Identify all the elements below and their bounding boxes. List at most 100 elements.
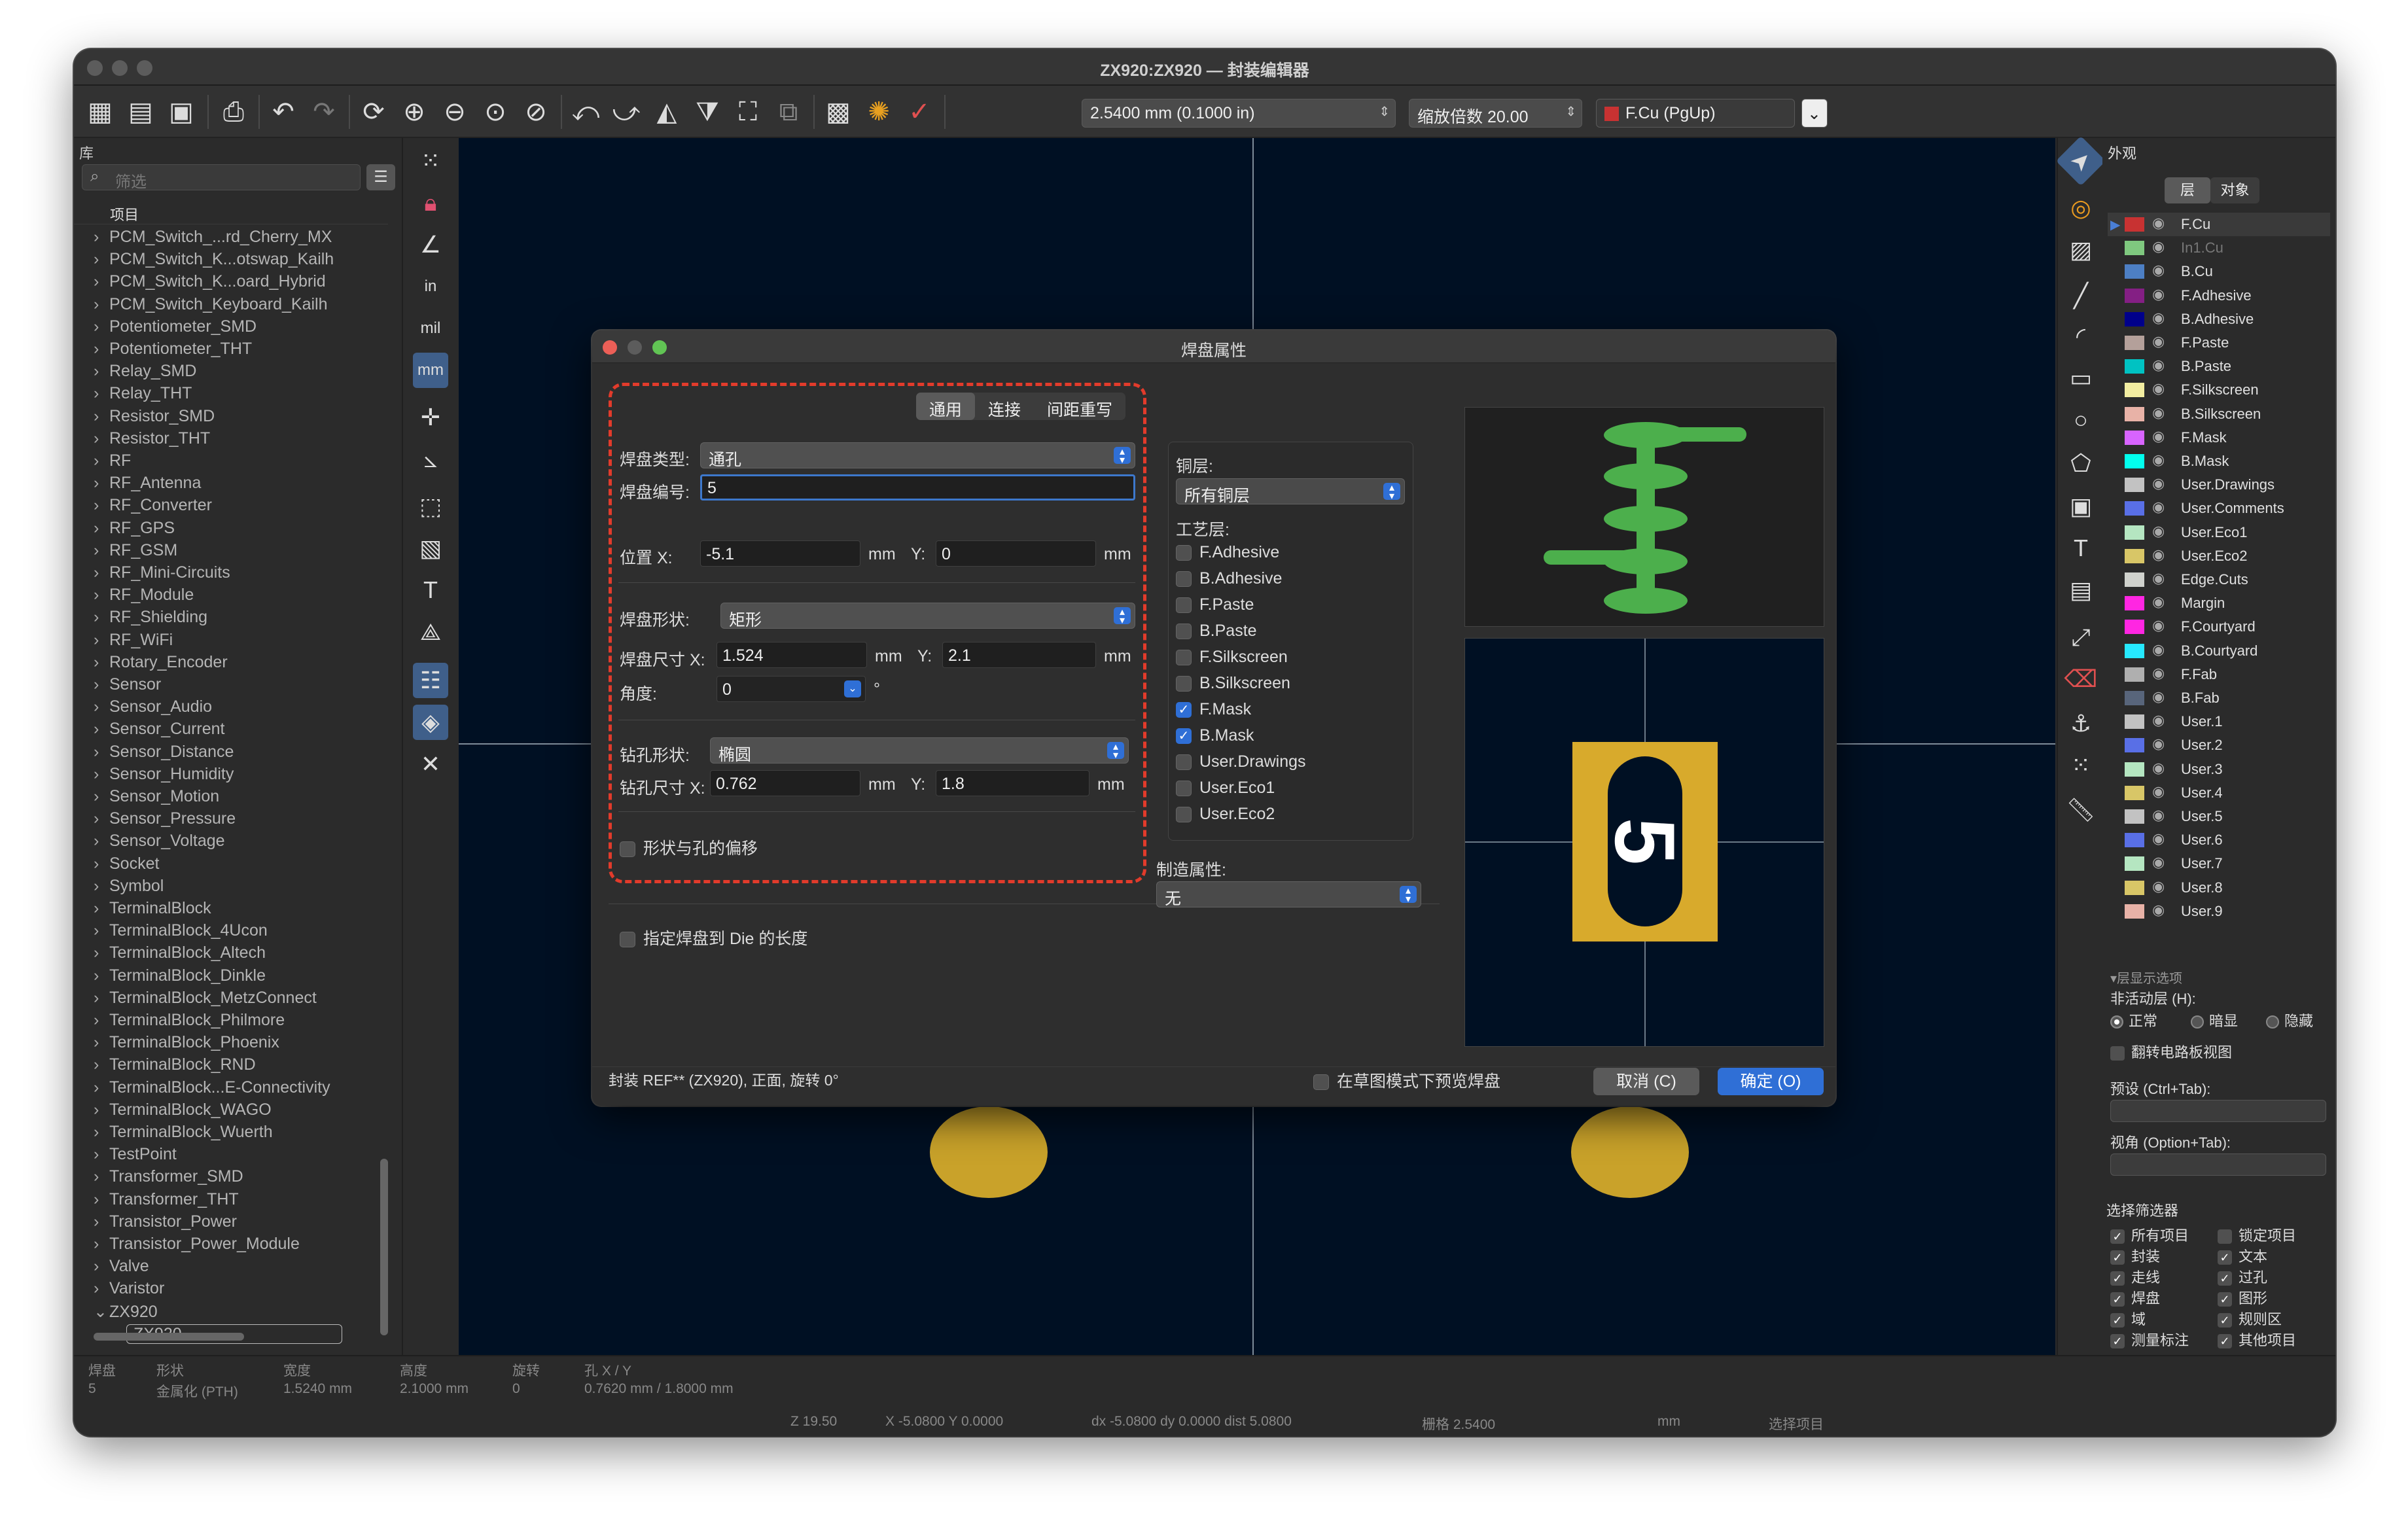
- graphic-outline-icon[interactable]: ⟁: [413, 614, 448, 650]
- selection-filter-checkbox[interactable]: ✓ 文本: [2218, 1245, 2267, 1266]
- pad-outline-icon[interactable]: ⬚: [413, 489, 448, 524]
- print-icon[interactable]: ⎙: [214, 92, 253, 132]
- library-item[interactable]: › Sensor_Distance: [94, 743, 234, 765]
- chevron-right-icon[interactable]: ›: [94, 1033, 109, 1052]
- chevron-right-icon[interactable]: ›: [94, 563, 109, 582]
- mm-unit-icon[interactable]: mm: [413, 353, 448, 388]
- layer-color-swatch[interactable]: [2125, 833, 2144, 848]
- library-item[interactable]: › Sensor: [94, 675, 161, 697]
- chevron-right-icon[interactable]: ›: [94, 1011, 109, 1030]
- chevron-right-icon[interactable]: ›: [94, 451, 109, 470]
- library-scrollbar-horizontal[interactable]: [94, 1333, 244, 1341]
- library-item[interactable]: › RF_Converter: [94, 496, 212, 518]
- library-item[interactable]: › RF: [94, 451, 131, 474]
- layer-row[interactable]: ◉ Edge.Cuts: [2108, 568, 2330, 591]
- layer-row[interactable]: ◉ F.Fab: [2108, 663, 2330, 686]
- chevron-right-icon[interactable]: ›: [94, 1212, 109, 1231]
- selection-filter-checkbox[interactable]: ✓ 域: [2110, 1308, 2146, 1329]
- layer-color-swatch[interactable]: [2125, 714, 2144, 730]
- pad-shape[interactable]: [930, 1106, 1048, 1198]
- eye-icon[interactable]: ◉: [2152, 688, 2165, 705]
- library-item[interactable]: › TerminalBlock_RND: [94, 1055, 256, 1078]
- drill-shape-select[interactable]: 椭圆 ▴ ▾: [710, 737, 1129, 764]
- chevron-right-icon[interactable]: ›: [94, 407, 109, 426]
- viewport-select[interactable]: [2110, 1153, 2326, 1176]
- eye-icon[interactable]: ◉: [2152, 499, 2165, 516]
- chevron-right-icon[interactable]: ›: [94, 675, 109, 694]
- layer-color-swatch[interactable]: [2125, 691, 2144, 705]
- layer-color-swatch[interactable]: [2125, 525, 2144, 540]
- selection-filter-checkbox[interactable]: ✓ 封装: [2110, 1245, 2160, 1266]
- eye-icon[interactable]: ◉: [2152, 546, 2165, 563]
- library-scrollbar-vertical[interactable]: [380, 1159, 388, 1335]
- measure-icon[interactable]: 📏︎: [2063, 792, 2098, 828]
- tech-layer-checkbox[interactable]: ✓ F.Mask: [1176, 700, 1251, 719]
- pad-table-icon[interactable]: ▩: [819, 92, 858, 132]
- footprint-checker-icon[interactable]: ✺: [859, 92, 898, 132]
- chevron-right-icon[interactable]: ›: [94, 943, 109, 962]
- eye-icon[interactable]: ◉: [2152, 902, 2165, 919]
- pad-size-y-input[interactable]: 2.1: [942, 642, 1096, 668]
- eye-icon[interactable]: ◉: [2152, 238, 2165, 255]
- rotate-ccw-icon[interactable]: ⤺: [566, 92, 605, 132]
- chevron-right-icon[interactable]: ›: [94, 250, 109, 269]
- chevron-right-icon[interactable]: ›: [94, 743, 109, 762]
- add-line-icon[interactable]: ╱: [2063, 278, 2098, 313]
- library-item[interactable]: › Sensor_Audio: [94, 697, 212, 720]
- selection-filter-checkbox[interactable]: ✓ 规则区: [2218, 1308, 2282, 1329]
- chevron-right-icon[interactable]: ›: [94, 586, 109, 605]
- zoom-out-icon[interactable]: ⊖: [435, 92, 474, 132]
- chevron-right-icon[interactable]: ›: [94, 787, 109, 806]
- library-item[interactable]: › RF_Module: [94, 586, 194, 608]
- selection-filter-checkbox[interactable]: ✓ 走线: [2110, 1266, 2160, 1287]
- eye-icon[interactable]: ◉: [2152, 665, 2165, 682]
- layer-color-swatch[interactable]: [2125, 264, 2144, 279]
- library-item[interactable]: › RF_WiFi: [94, 631, 173, 653]
- chevron-right-icon[interactable]: ›: [94, 1190, 109, 1209]
- layer-row[interactable]: ◉ User.8: [2108, 876, 2330, 900]
- selection-filter-checkbox[interactable]: ✓ 焊盘: [2110, 1287, 2160, 1308]
- layer-select[interactable]: F.Cu (PgUp): [1596, 99, 1795, 128]
- layer-row[interactable]: ◉ F.Courtyard: [2108, 615, 2330, 639]
- tab-objects[interactable]: 对象: [2210, 177, 2259, 203]
- library-item[interactable]: › Transistor_Power_Module: [94, 1235, 300, 1257]
- library-item[interactable]: › Sensor_Motion: [94, 787, 219, 809]
- eye-icon[interactable]: ◉: [2152, 854, 2165, 871]
- layer-row[interactable]: ◉ User.Drawings: [2108, 473, 2330, 497]
- filter-options-button[interactable]: ☰: [366, 164, 395, 190]
- library-item[interactable]: › Sensor_Humidity: [94, 765, 234, 787]
- chevron-right-icon[interactable]: ›: [94, 899, 109, 918]
- library-item[interactable]: › TerminalBlock_MetzConnect: [94, 989, 317, 1011]
- layer-color-swatch[interactable]: [2125, 430, 2144, 445]
- polar-icon[interactable]: ∠: [413, 227, 448, 262]
- library-item[interactable]: › Potentiometer_THT: [94, 340, 252, 362]
- pad-shape[interactable]: [1571, 1106, 1689, 1198]
- import-footprint-icon[interactable]: ▤: [121, 92, 160, 132]
- chevron-right-icon[interactable]: ›: [94, 854, 109, 873]
- layer-row[interactable]: ◉ User.9: [2108, 900, 2330, 923]
- library-item[interactable]: › TerminalBlock_4Ucon: [94, 921, 268, 943]
- offset-checkbox[interactable]: 形状与孔的偏移: [620, 836, 758, 859]
- die-length-checkbox[interactable]: 指定焊盘到 Die 的长度: [620, 926, 807, 949]
- selection-filter-checkbox[interactable]: 锁定项目: [2218, 1224, 2296, 1245]
- layer-color-swatch[interactable]: [2125, 241, 2144, 256]
- eye-icon[interactable]: ◉: [2152, 262, 2165, 279]
- ungroup-icon[interactable]: ⧉: [769, 92, 808, 132]
- layer-row[interactable]: ◉ B.Silkscreen: [2108, 402, 2330, 426]
- library-item[interactable]: › TerminalBlock_Phoenix: [94, 1033, 279, 1055]
- layer-row[interactable]: ◉ User.3: [2108, 758, 2330, 781]
- chevron-right-icon[interactable]: ›: [94, 921, 109, 940]
- eye-icon[interactable]: ◉: [2152, 404, 2165, 421]
- chevron-right-icon[interactable]: ›: [94, 496, 109, 515]
- cursor-cross-icon[interactable]: ✛: [413, 400, 448, 435]
- inch-unit-icon[interactable]: in: [413, 269, 448, 304]
- layer-row[interactable]: ◉ F.Silkscreen: [2108, 378, 2330, 402]
- layer-select-dropdown[interactable]: ⌄: [1801, 99, 1828, 128]
- layer-row[interactable]: ◉ User.1: [2108, 710, 2330, 733]
- layer-color-swatch[interactable]: [2125, 359, 2144, 374]
- delete-icon[interactable]: ⌫: [2063, 661, 2098, 697]
- layer-color-swatch[interactable]: [2125, 620, 2144, 635]
- library-item[interactable]: › RF_Mini-Circuits: [94, 563, 230, 586]
- library-item[interactable]: › TerminalBlock_Dinkle: [94, 966, 266, 989]
- eye-icon[interactable]: ◉: [2152, 783, 2165, 800]
